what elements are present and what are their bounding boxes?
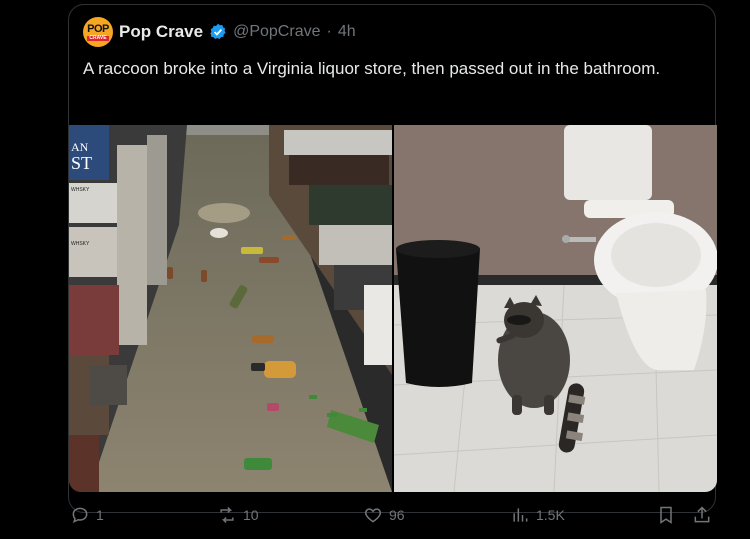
separator: ·: [326, 23, 332, 40]
sign-whsky-1: WHSKY: [71, 187, 90, 193]
media-grid: AN ST WHSKY WHSKY: [69, 125, 717, 492]
heart-icon: [364, 508, 382, 523]
share-button[interactable]: [692, 505, 712, 525]
sign-st: ST: [71, 153, 92, 173]
repost-count: 10: [243, 507, 259, 523]
verified-badge-icon: [210, 23, 226, 40]
reply-button[interactable]: 1: [70, 505, 104, 525]
avatar-bottom-text: CRAVE: [87, 34, 109, 41]
avatar-top-text: POP: [87, 22, 109, 35]
avatar[interactable]: POP CRAVE: [83, 17, 113, 47]
bookmark-icon: [660, 506, 672, 524]
reply-count: 1: [96, 507, 104, 523]
repost-button[interactable]: 10: [217, 505, 259, 525]
bookmark-button[interactable]: [656, 505, 676, 525]
like-count: 96: [389, 507, 405, 523]
views-button[interactable]: 1.5K: [510, 505, 565, 525]
action-bar: 1 10 96 1.5K: [70, 505, 715, 529]
like-button[interactable]: 96: [363, 505, 405, 525]
display-name[interactable]: Pop Crave: [119, 22, 203, 42]
views-icon: [513, 508, 528, 522]
reply-icon: [72, 507, 88, 524]
raccoon-bathroom-photo[interactable]: [394, 125, 717, 492]
sign-an: AN: [71, 140, 89, 154]
tweet-text: A raccoon broke into a Virginia liquor s…: [83, 59, 661, 78]
tweet-header: POP CRAVE Pop Crave @PopCrave · 4h: [83, 17, 701, 47]
liquor-store-aisle-photo[interactable]: AN ST WHSKY WHSKY: [69, 125, 392, 492]
repost-icon: [220, 506, 234, 524]
sign-whsky-2: WHSKY: [71, 241, 90, 247]
timestamp[interactable]: 4h: [338, 23, 356, 41]
tweet-card[interactable]: POP CRAVE Pop Crave @PopCrave · 4h A rac…: [68, 4, 717, 513]
share-icon: [694, 506, 710, 523]
view-count: 1.5K: [536, 507, 565, 523]
handle[interactable]: @PopCrave: [233, 23, 320, 41]
